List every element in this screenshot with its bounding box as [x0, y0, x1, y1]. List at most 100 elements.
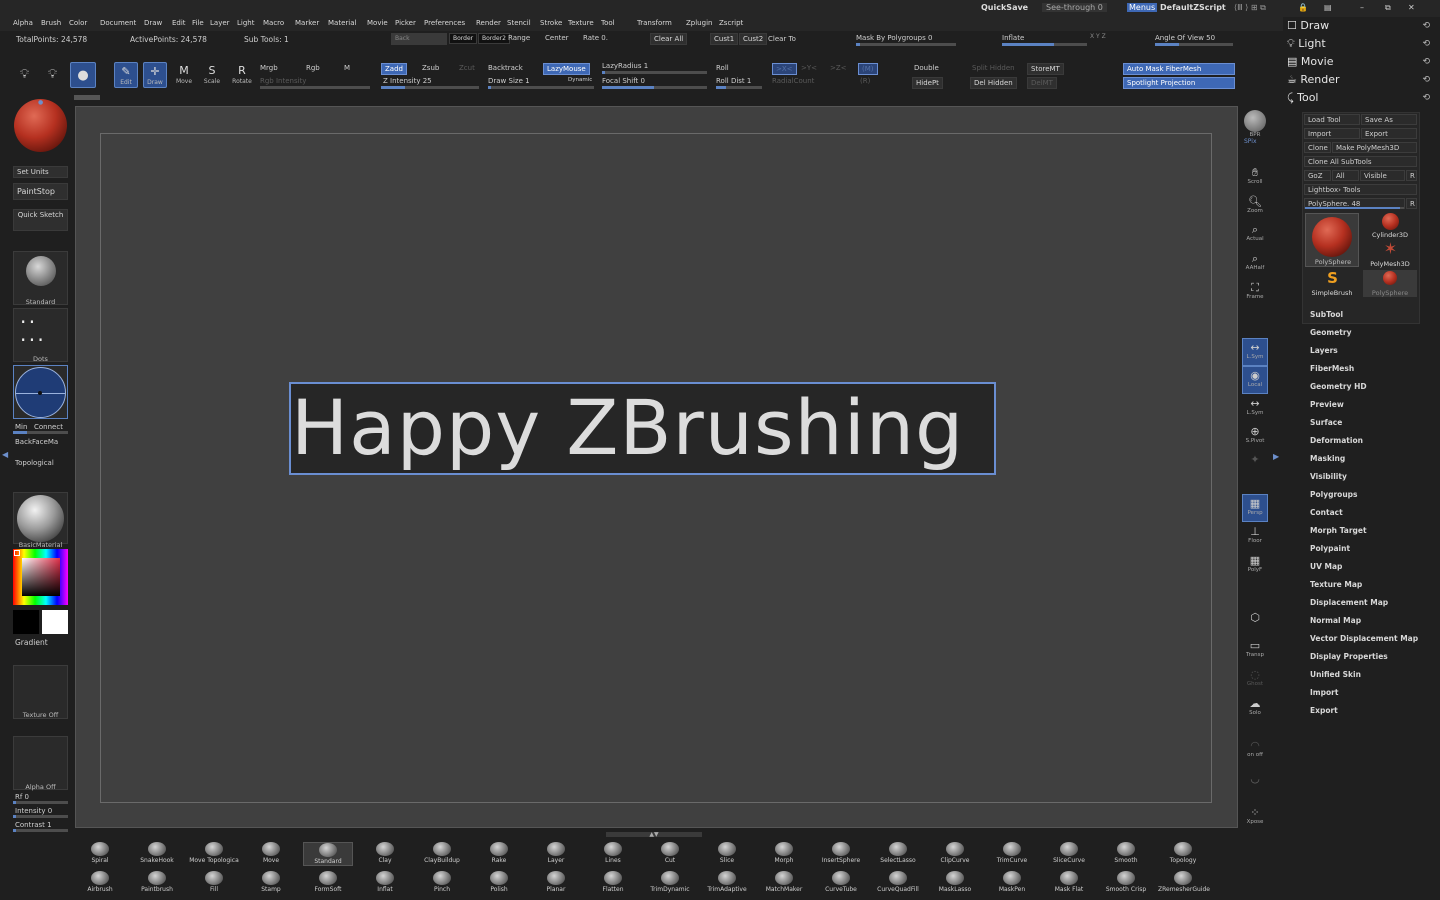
brush-insertsphere[interactable]: InsertSphere: [816, 842, 866, 864]
brush-fill[interactable]: Fill: [189, 871, 239, 893]
r-symmetry-button[interactable]: (R): [860, 77, 870, 85]
back-color-swatch[interactable]: Back: [391, 33, 447, 45]
movie-menu-header[interactable]: ▤ Movie: [1287, 55, 1333, 68]
load-tool-button[interactable]: Load Tool: [1304, 114, 1360, 125]
radialcount-slider[interactable]: RadialCount: [772, 77, 814, 85]
bpr-button[interactable]: BPR: [1242, 108, 1268, 138]
dynamic-toggle[interactable]: Dynamic: [568, 77, 592, 83]
brush-spiral[interactable]: Spiral: [75, 842, 125, 864]
aahalf-button[interactable]: ⌕ AAHalf: [1242, 250, 1268, 278]
tool-subpalette-uv-map[interactable]: UV Map: [1310, 562, 1342, 571]
brush-layer[interactable]: Layer: [531, 842, 581, 864]
default-zscript-button[interactable]: DefaultZScript: [1160, 3, 1226, 12]
tool-subpalette-texture-map[interactable]: Texture Map: [1310, 580, 1362, 589]
goz-button[interactable]: GoZ: [1304, 170, 1331, 181]
tool-subpalette-visibility[interactable]: Visibility: [1310, 472, 1347, 481]
menu-marker[interactable]: Marker: [295, 19, 319, 27]
secondary-color-swatch[interactable]: [13, 610, 39, 634]
r-tool-button[interactable]: R: [1406, 198, 1417, 209]
brush-cut[interactable]: Cut: [645, 842, 695, 864]
transp-button[interactable]: ▭ Transp: [1242, 637, 1268, 665]
backtrack-button[interactable]: Backtrack: [488, 64, 523, 72]
refresh-icon[interactable]: ⟲: [1422, 57, 1430, 67]
range-slider[interactable]: Range: [508, 34, 530, 42]
refresh-icon[interactable]: ⟲: [1422, 39, 1430, 49]
visible-button[interactable]: Visible: [1360, 170, 1405, 181]
floor-button[interactable]: ⊥ Floor: [1242, 523, 1268, 551]
brush-standard[interactable]: Standard: [303, 842, 353, 866]
xyz-toggle[interactable]: X Y Z: [1090, 33, 1106, 40]
menu-stencil[interactable]: Stencil: [507, 19, 531, 27]
maximize-icon[interactable]: ⧉: [1385, 3, 1391, 13]
brush-trimadaptive[interactable]: TrimAdaptive: [702, 871, 752, 893]
z-intensity-track[interactable]: [381, 86, 479, 89]
brush-stamp[interactable]: Stamp: [246, 871, 296, 893]
auto-mask-fibermesh-button[interactable]: Auto Mask FiberMesh: [1123, 63, 1235, 75]
menu-zscript[interactable]: Zscript: [719, 19, 743, 27]
paintstop-button[interactable]: PaintStop: [13, 183, 68, 200]
tool-subpalette-displacement-map[interactable]: Displacement Map: [1310, 598, 1388, 607]
brush-morph[interactable]: Morph: [759, 842, 809, 864]
transform-cube-icon[interactable]: ⬡: [1242, 609, 1268, 637]
roll-dist-track[interactable]: [716, 86, 762, 89]
z-intensity-slider[interactable]: Z Intensity 25: [383, 77, 432, 85]
cust1-button[interactable]: Cust1: [710, 33, 739, 45]
menu-zplugin[interactable]: Zplugin: [686, 19, 712, 27]
double-button[interactable]: Double: [914, 64, 939, 72]
inflate-track[interactable]: [1002, 43, 1087, 46]
ghost-button[interactable]: ◌ Ghost: [1242, 666, 1268, 694]
local-button[interactable]: ◉ Local: [1242, 366, 1268, 394]
move-button[interactable]: M Move: [172, 62, 196, 88]
menu-transform[interactable]: Transform: [637, 19, 672, 27]
brush-mask-flat[interactable]: Mask Flat: [1044, 871, 1094, 893]
menu-stroke[interactable]: Stroke: [540, 19, 562, 27]
tool-subpalette-subtool[interactable]: SubTool: [1310, 310, 1343, 319]
brush-move[interactable]: Move: [246, 842, 296, 864]
menu-file[interactable]: File: [192, 19, 204, 27]
menu-material[interactable]: Material: [328, 19, 356, 27]
brush-curvequadfill[interactable]: CurveQuadFill: [873, 871, 923, 893]
persp-button[interactable]: ▦ Persp: [1242, 494, 1268, 522]
mask-by-polygroups-slider[interactable]: Mask By Polygroups 0: [856, 34, 932, 42]
center-slider[interactable]: Center: [545, 34, 569, 42]
intensity-track[interactable]: [13, 815, 68, 818]
scroll-button[interactable]: ✋︎ Scroll: [1242, 164, 1268, 192]
mrgb-button[interactable]: Mrgb: [260, 64, 278, 72]
material-sphere[interactable]: [14, 99, 67, 152]
tool-subpalette-surface[interactable]: Surface: [1310, 418, 1342, 427]
rate-slider[interactable]: Rate 0.: [583, 34, 608, 42]
menu-macro[interactable]: Macro: [263, 19, 284, 27]
quick-sketch-button[interactable]: Quick Sketch: [13, 209, 68, 231]
tool-menu-header[interactable]: ⤹ Tool: [1287, 91, 1318, 105]
simplebrush-thumb[interactable]: S SimpleBrush: [1305, 270, 1359, 297]
brush-polish[interactable]: Polish: [474, 871, 524, 893]
layout-icon[interactable]: ⟨Ⅲ ⟩ ⊞ ⧉: [1234, 3, 1266, 13]
rgb-intensity-slider[interactable]: Rgb Intensity: [260, 77, 306, 85]
import-button[interactable]: Import: [1304, 128, 1360, 139]
alpha-slot[interactable]: [13, 365, 68, 419]
storemt-button[interactable]: StoreMT: [1027, 63, 1064, 75]
rf-track[interactable]: [13, 801, 68, 804]
menu-picker[interactable]: Picker: [395, 19, 416, 27]
gizmo-icon[interactable]: ✦: [1242, 451, 1268, 479]
lightbox-tools-button[interactable]: Lightbox› Tools: [1304, 184, 1417, 195]
min-connect-track[interactable]: [13, 431, 68, 434]
menu-layer[interactable]: Layer: [210, 19, 230, 27]
brush-zremesherguide[interactable]: ZRemesherGuide: [1158, 871, 1210, 893]
alpha-off-slot[interactable]: [13, 736, 68, 790]
tool-subpalette-export[interactable]: Export: [1310, 706, 1338, 715]
brush-clay[interactable]: Clay: [360, 842, 410, 864]
menu-light[interactable]: Light: [237, 19, 254, 27]
scroll-handle[interactable]: [74, 95, 100, 100]
solo-button[interactable]: ☁︎ Solo: [1242, 695, 1268, 723]
angle-of-view-track[interactable]: [1155, 43, 1233, 46]
brush-smooth-crisp[interactable]: Smooth Crisp: [1101, 871, 1151, 893]
draw-size-slider[interactable]: Draw Size 1: [488, 77, 530, 85]
split-hidden-button[interactable]: Split Hidden: [972, 64, 1015, 72]
tool-subpalette-masking[interactable]: Masking: [1310, 454, 1345, 463]
menu-preferences[interactable]: Preferences: [424, 19, 465, 27]
tool-subpalette-import[interactable]: Import: [1310, 688, 1338, 697]
z-symmetry-button[interactable]: >Z<: [830, 64, 847, 72]
hidept-button[interactable]: HidePt: [912, 77, 943, 89]
brush-inflat[interactable]: Inflat: [360, 871, 410, 893]
